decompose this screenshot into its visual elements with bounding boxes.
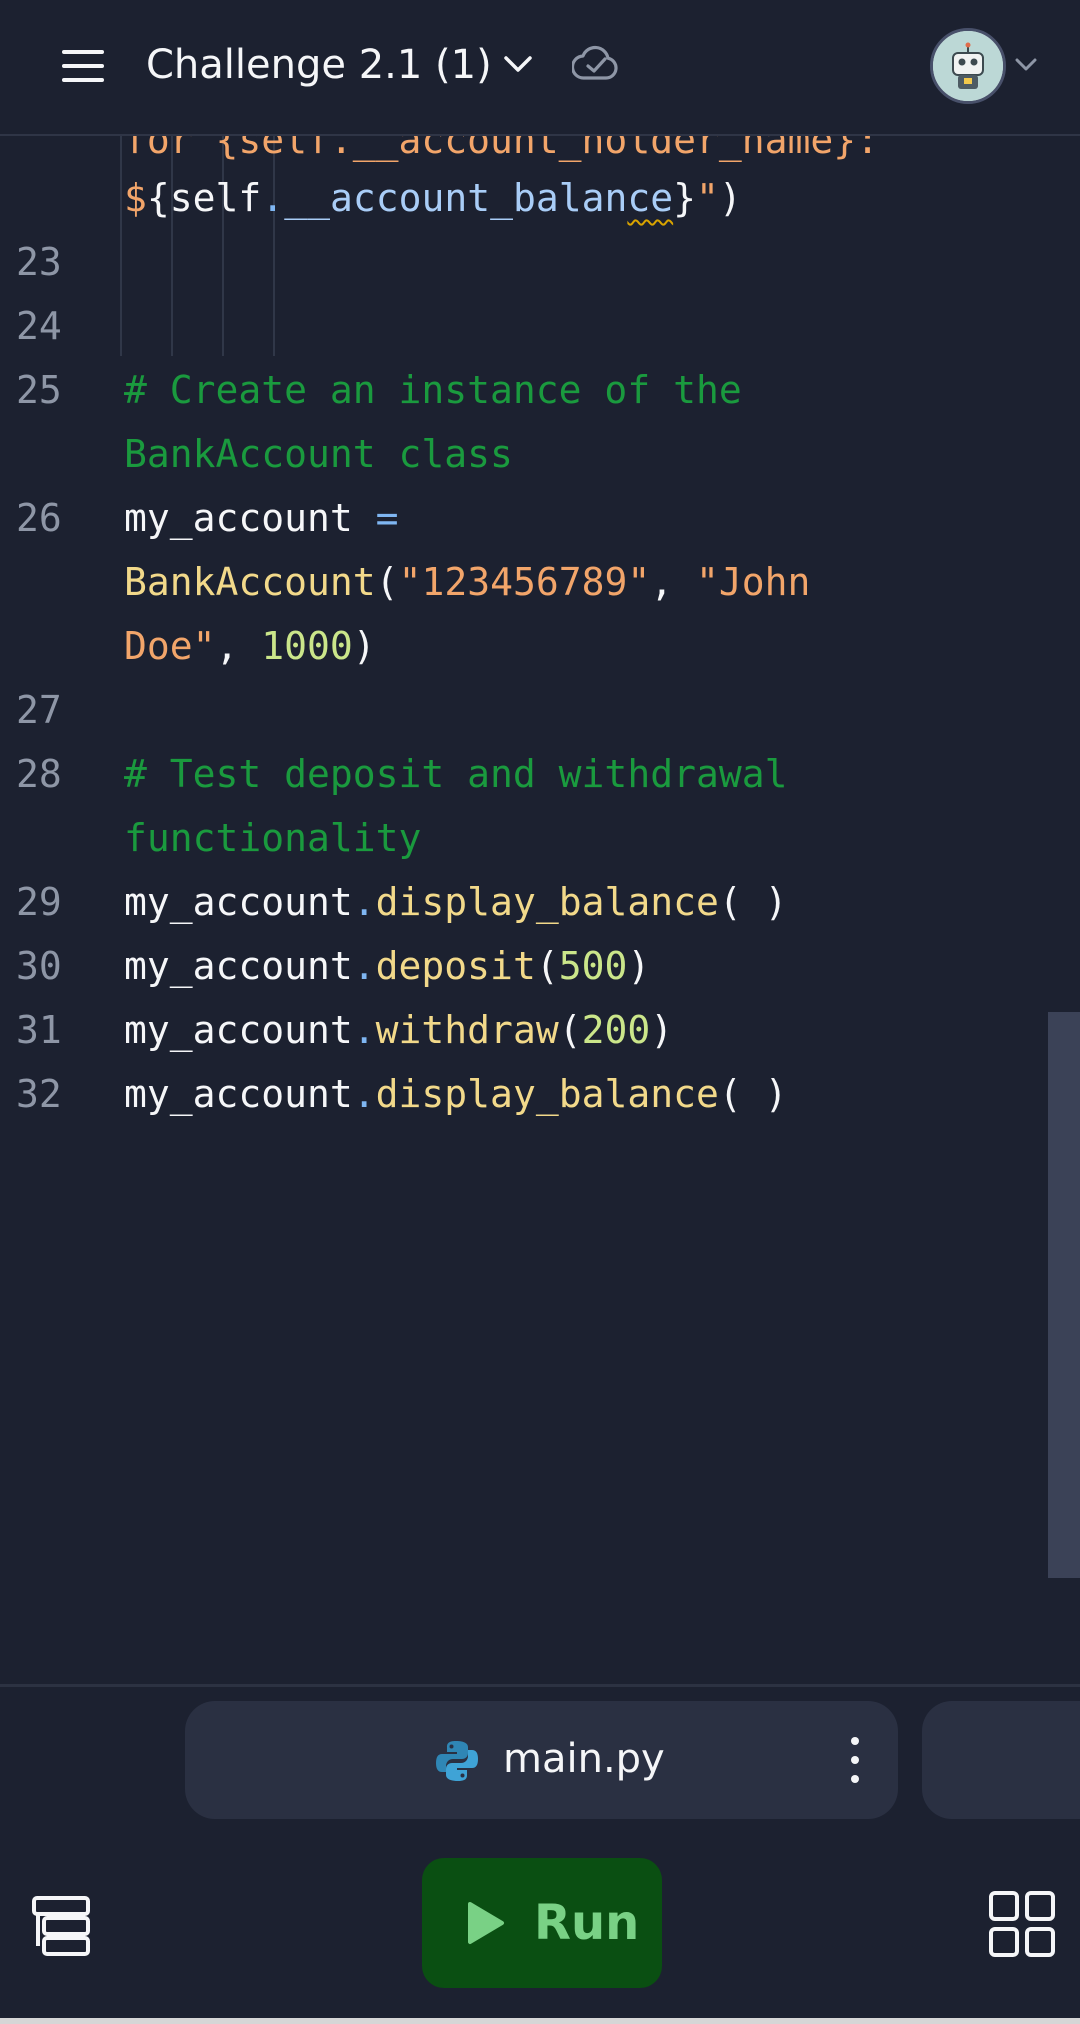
- code-line-26-wrap2: Doe", 1000): [124, 624, 376, 668]
- code-line-30: my_account.deposit(500): [124, 944, 651, 988]
- code-line-31: my_account.withdraw(200): [124, 1008, 674, 1052]
- code-editor[interactable]: for {self.__account_holder_name}: ${self…: [0, 136, 1080, 1684]
- code-comment: functionality: [124, 816, 422, 860]
- cloud-check-icon[interactable]: [572, 44, 620, 84]
- line-number: 28: [16, 752, 62, 796]
- line-number: 32: [16, 1072, 62, 1116]
- file-tabs-bar: main.py: [0, 1684, 1080, 1836]
- run-label: Run: [534, 1895, 640, 1951]
- play-icon: [468, 1902, 504, 1944]
- hamburger-menu-icon[interactable]: [60, 48, 108, 84]
- code-line-32: my_account.display_balance( ): [124, 1072, 788, 1116]
- code-comment: # Create an instance of the: [124, 368, 742, 412]
- code-line-26-wrap: BankAccount("123456789", "John: [124, 560, 811, 604]
- top-app-bar: Challenge 2.1 (1): [0, 0, 1080, 136]
- grid-icon[interactable]: [988, 1890, 1056, 1958]
- file-tree-icon[interactable]: [30, 1894, 92, 1956]
- avatar[interactable]: [930, 28, 1006, 104]
- code-comment: BankAccount class: [124, 432, 513, 476]
- project-title[interactable]: Challenge 2.1 (1): [146, 38, 492, 92]
- chevron-down-icon[interactable]: [498, 44, 538, 84]
- indent-guide: [120, 136, 122, 356]
- lint-warning-squiggle: ce: [627, 176, 674, 220]
- bottom-toolbar: Run: [0, 1832, 1080, 2018]
- line-number: 24: [16, 304, 62, 348]
- file-tab-partial[interactable]: [922, 1701, 1080, 1819]
- line-number: 30: [16, 944, 62, 988]
- kebab-menu-icon[interactable]: [845, 1735, 865, 1785]
- code-line-22-wrap: ${self.__account_balance}"): [124, 176, 742, 220]
- code-line-26: my_account =: [124, 496, 399, 540]
- line-number: 23: [16, 240, 62, 284]
- code-comment: # Test deposit and withdrawal: [124, 752, 788, 796]
- line-number: 31: [16, 1008, 62, 1052]
- line-number: 29: [16, 880, 62, 924]
- code-line-29: my_account.display_balance( ): [124, 880, 788, 924]
- line-number: 25: [16, 368, 62, 412]
- python-icon: [436, 1741, 478, 1781]
- file-tab-main-py[interactable]: main.py: [185, 1701, 898, 1819]
- chevron-down-icon[interactable]: [1010, 52, 1042, 76]
- robot-avatar-icon: [933, 31, 1003, 101]
- line-number: 27: [16, 688, 62, 732]
- run-button[interactable]: Run: [422, 1858, 662, 1988]
- file-tab-label: main.py: [503, 1736, 665, 1782]
- system-nav-strip: [0, 2018, 1080, 2024]
- editor-scrollbar[interactable]: [1048, 1012, 1080, 1578]
- line-number: 26: [16, 496, 62, 540]
